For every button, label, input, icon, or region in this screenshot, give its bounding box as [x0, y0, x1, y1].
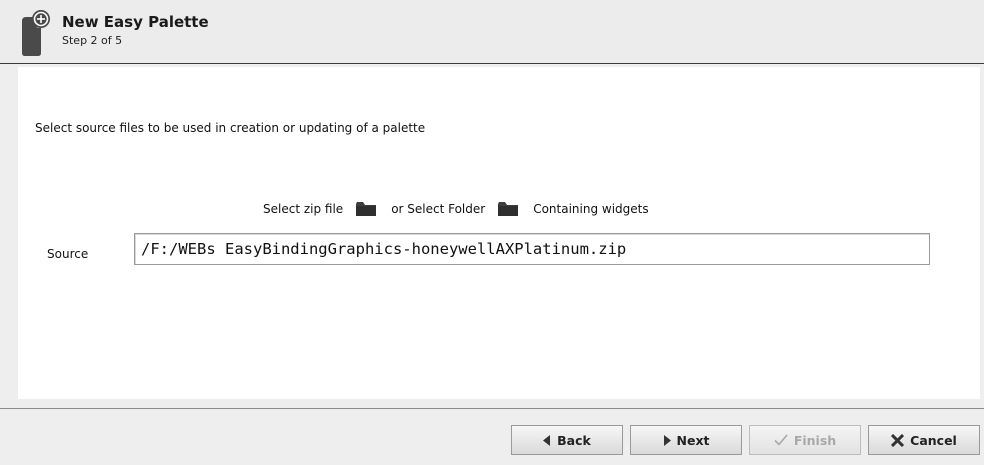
back-button[interactable]: Back	[511, 425, 623, 455]
finish-button[interactable]: Finish	[749, 425, 861, 455]
select-zip-label: Select zip file	[263, 202, 344, 216]
select-folder-icon[interactable]	[497, 201, 519, 217]
cancel-button[interactable]: Cancel	[868, 425, 980, 455]
back-arrow-icon	[543, 434, 551, 446]
source-picker-row: Select zip file or Select Folder Contain…	[263, 200, 649, 218]
wizard-step-indicator: Step 2 of 5	[62, 34, 123, 47]
next-button[interactable]: Next	[630, 425, 742, 455]
back-button-label: Back	[557, 432, 591, 448]
wizard-title: New Easy Palette	[62, 13, 209, 31]
containing-widgets-label: Containing widgets	[533, 202, 649, 216]
palette-add-icon	[22, 10, 50, 56]
cancel-button-label: Cancel	[910, 432, 957, 448]
source-label: Source	[47, 247, 89, 261]
source-input[interactable]	[134, 233, 930, 265]
checkmark-icon	[774, 434, 788, 446]
finish-button-label: Finish	[793, 432, 837, 448]
wizard-header: New Easy Palette Step 2 of 5	[0, 0, 984, 64]
wizard-content-panel: Select source files to be used in creati…	[18, 67, 980, 399]
select-zip-folder-icon[interactable]	[355, 201, 377, 217]
next-button-label: Next	[676, 432, 710, 448]
next-arrow-icon	[663, 434, 671, 446]
close-x-icon	[891, 433, 905, 447]
instruction-text: Select source files to be used in creati…	[35, 121, 426, 135]
footer-divider	[0, 408, 984, 409]
select-folder-label: or Select Folder	[391, 202, 486, 216]
